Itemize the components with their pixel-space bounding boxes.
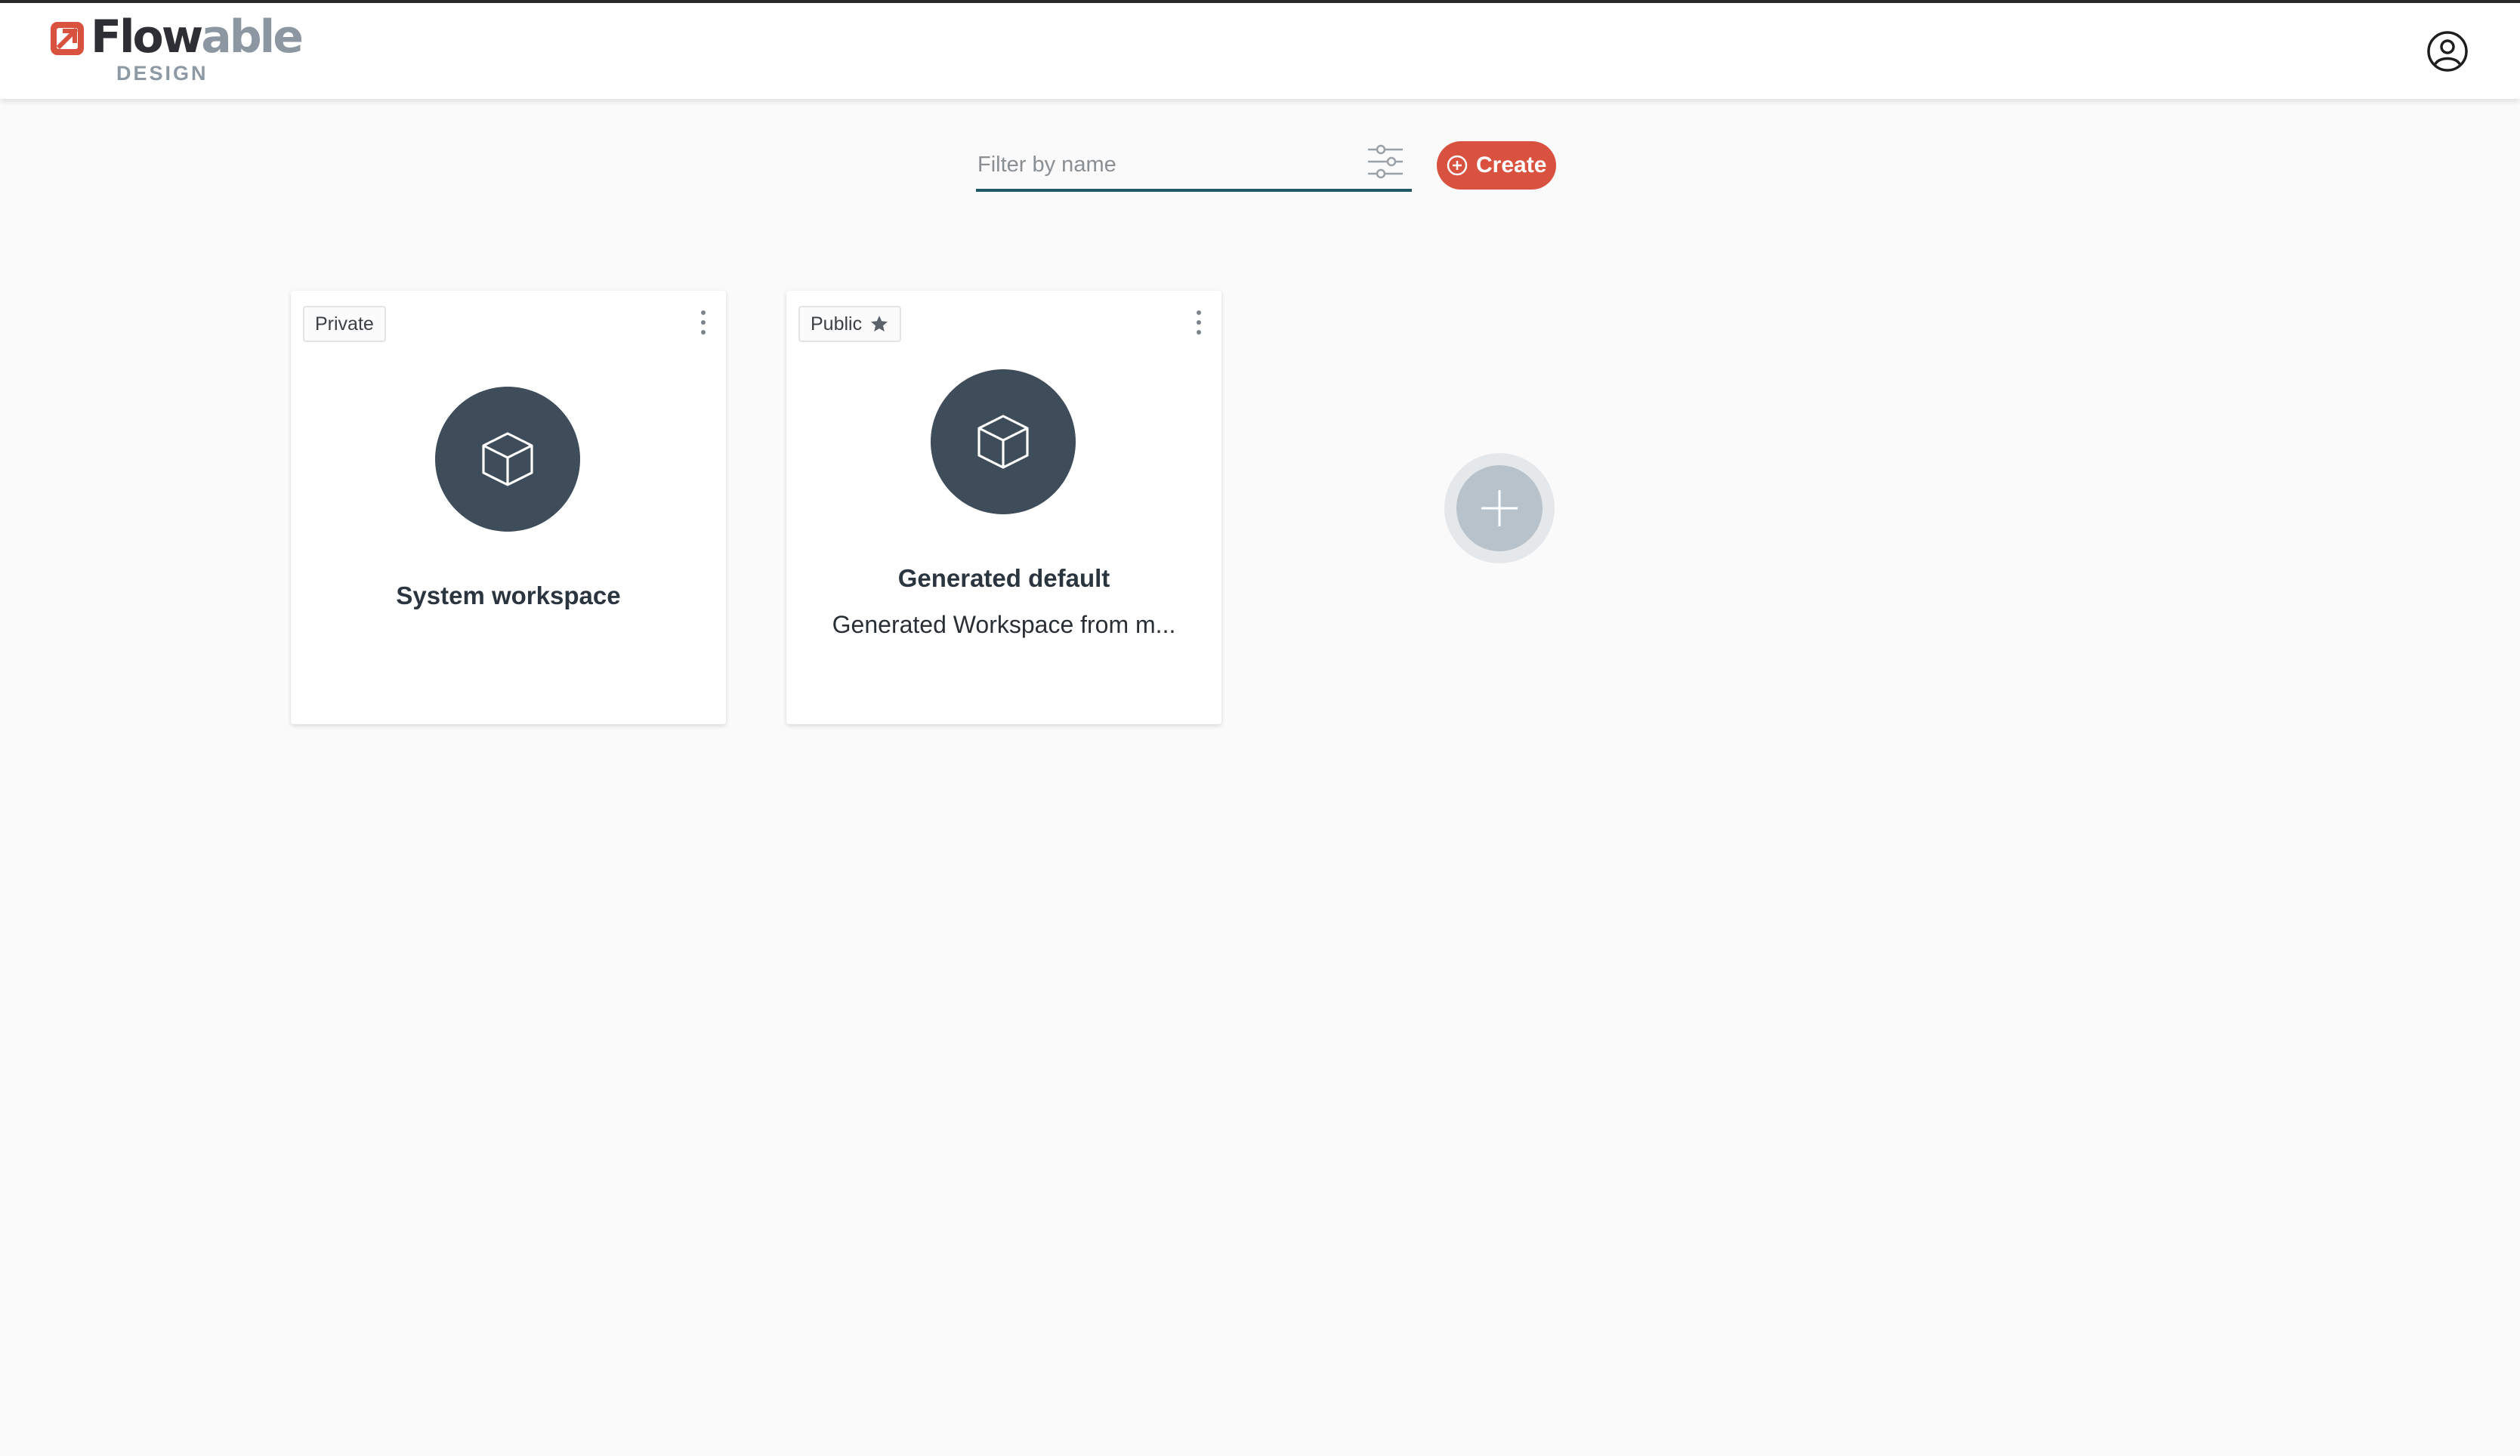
cube-icon bbox=[482, 432, 533, 486]
cube-icon bbox=[977, 415, 1029, 469]
logo-wordmark-light: able bbox=[201, 11, 304, 63]
visibility-label: Public bbox=[811, 313, 863, 335]
visibility-badge: Private bbox=[303, 306, 386, 342]
create-button[interactable]: Create bbox=[1437, 141, 1556, 190]
workspace-avatar bbox=[931, 369, 1076, 514]
create-button-label: Create bbox=[1476, 153, 1547, 177]
user-circle-icon[interactable] bbox=[2426, 30, 2469, 72]
kebab-menu-icon[interactable] bbox=[1191, 307, 1206, 341]
kebab-menu-icon[interactable] bbox=[696, 307, 711, 341]
workspace-avatar bbox=[435, 387, 580, 532]
logo-wordmark-dark: Flow bbox=[91, 11, 203, 63]
logo-wordmark: Flowable bbox=[91, 11, 304, 63]
workspace-title: Generated default bbox=[897, 564, 1110, 592]
workspace-title: System workspace bbox=[396, 581, 621, 609]
flowable-logo-mark-icon bbox=[51, 22, 84, 55]
add-workspace-button-inner bbox=[1456, 465, 1543, 551]
plus-icon bbox=[1481, 490, 1518, 526]
plus-circle-icon bbox=[1447, 155, 1468, 176]
filter-field bbox=[976, 136, 1412, 192]
app-header: Flowable DESIGN bbox=[0, 3, 2520, 99]
star-icon bbox=[871, 316, 888, 332]
logo-subtitle: DESIGN bbox=[116, 62, 208, 85]
flowable-design-logo[interactable]: Flowable DESIGN bbox=[48, 11, 304, 92]
filter-input[interactable] bbox=[976, 145, 1342, 184]
sliders-icon[interactable] bbox=[1366, 142, 1405, 181]
visibility-badge: Public bbox=[798, 306, 902, 342]
workspace-card[interactable]: Private System workspace bbox=[291, 291, 726, 724]
visibility-label: Private bbox=[315, 313, 374, 335]
workspace-card[interactable]: Public Generated default Generated Works… bbox=[786, 291, 1221, 724]
workspace-description: Generated Workspace from m... bbox=[832, 611, 1176, 638]
add-workspace-button[interactable] bbox=[1444, 453, 1555, 563]
